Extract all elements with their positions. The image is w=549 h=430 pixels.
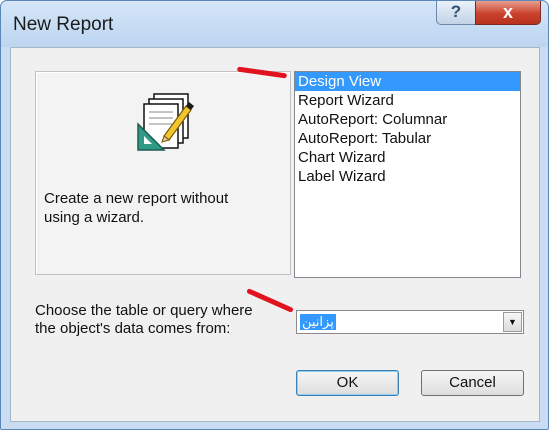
cancel-button[interactable]: Cancel bbox=[421, 370, 524, 396]
ok-button[interactable]: OK bbox=[296, 370, 399, 396]
report-type-list[interactable]: Design View Report Wizard AutoReport: Co… bbox=[294, 71, 521, 278]
list-item-design-view[interactable]: Design View bbox=[295, 72, 520, 91]
list-item-chart-wizard[interactable]: Chart Wizard bbox=[295, 148, 520, 167]
dialog-body: Create a new report without using a wiza… bbox=[10, 47, 540, 422]
dropdown-arrow-icon[interactable]: ▼ bbox=[503, 312, 522, 332]
new-report-dialog: New Report ? x Create a new report witho… bbox=[0, 0, 549, 430]
source-select[interactable]: پزانین ▼ bbox=[296, 310, 524, 334]
dialog-title: New Report bbox=[13, 14, 114, 35]
design-report-icon bbox=[137, 93, 194, 151]
preview-description: Create a new report without using a wiza… bbox=[44, 190, 229, 226]
list-item-autoreport-tabular[interactable]: AutoReport: Tabular bbox=[295, 129, 520, 148]
list-item-report-wizard[interactable]: Report Wizard bbox=[295, 91, 520, 110]
source-prompt: Choose the table or query where the obje… bbox=[35, 302, 253, 337]
source-select-value: پزانین bbox=[300, 314, 336, 330]
help-button[interactable]: ? bbox=[436, 1, 476, 25]
title-bar[interactable]: New Report ? x bbox=[1, 1, 548, 47]
preview-panel: Create a new report without using a wiza… bbox=[35, 71, 291, 275]
list-item-label-wizard[interactable]: Label Wizard bbox=[295, 167, 520, 186]
list-item-autoreport-columnar[interactable]: AutoReport: Columnar bbox=[295, 110, 520, 129]
close-button[interactable]: x bbox=[475, 1, 541, 25]
